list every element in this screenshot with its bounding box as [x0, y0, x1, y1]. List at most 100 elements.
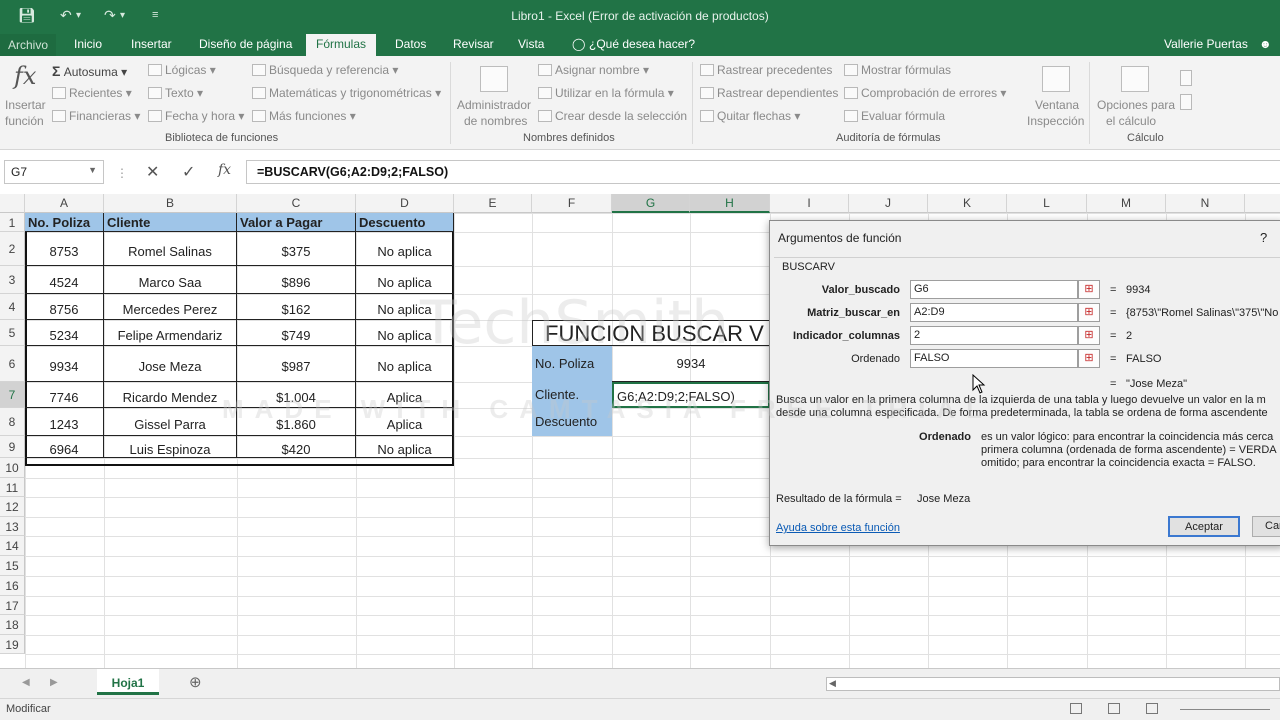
table-cell[interactable]: $375: [237, 232, 356, 266]
name-manager-label[interactable]: Administrador: [457, 98, 531, 112]
trace-precedents-button[interactable]: Rastrear precedentes: [700, 63, 832, 77]
row-header[interactable]: 8: [0, 408, 25, 436]
help-link[interactable]: Ayuda sobre esta función: [776, 522, 900, 534]
column-header[interactable]: I: [770, 194, 849, 213]
tab-formulas[interactable]: Fórmulas: [306, 34, 377, 56]
table-cell[interactable]: Luis Espinoza: [104, 436, 237, 458]
column-header[interactable]: M: [1087, 194, 1166, 213]
use-in-formula-button[interactable]: Utilizar en la fórmula ▾: [538, 86, 674, 100]
row-header[interactable]: 19: [0, 635, 25, 654]
name-box[interactable]: G7 ▼: [4, 160, 104, 184]
table-cell[interactable]: Mercedes Perez: [104, 294, 237, 320]
logical-button[interactable]: Lógicas ▾: [148, 63, 216, 77]
column-header[interactable]: N: [1166, 194, 1245, 213]
table-cell[interactable]: Felipe Armendariz: [104, 320, 237, 346]
calculate-sheet-icon[interactable]: [1180, 94, 1192, 110]
autosum-button[interactable]: Σ Autosuma ▾: [52, 63, 127, 79]
table-header[interactable]: No. Poliza: [25, 213, 104, 232]
collapse-dialog-icon[interactable]: ⊞: [1078, 349, 1100, 368]
row-header[interactable]: 18: [0, 615, 25, 635]
table-cell[interactable]: Romel Salinas: [104, 232, 237, 266]
add-sheet-icon[interactable]: ⊕: [189, 673, 202, 691]
row-header[interactable]: 16: [0, 576, 25, 596]
user-icon[interactable]: ☻: [1259, 37, 1272, 51]
insert-function-label[interactable]: Insertar: [5, 98, 46, 112]
row-header[interactable]: 12: [0, 497, 25, 517]
row-header[interactable]: 6: [0, 346, 25, 382]
table-cell[interactable]: Jose Meza: [104, 346, 237, 382]
recent-button[interactable]: Recientes ▾: [52, 86, 132, 100]
trace-dependents-button[interactable]: Rastrear dependientes: [700, 86, 838, 100]
table-cell[interactable]: 8756: [25, 294, 104, 320]
name-manager-icon[interactable]: [480, 66, 508, 92]
table-cell[interactable]: 7746: [25, 382, 104, 408]
collapse-dialog-icon[interactable]: ⊞: [1078, 280, 1100, 299]
table-cell[interactable]: $162: [237, 294, 356, 320]
calc-options-label-2[interactable]: el cálculo: [1106, 114, 1156, 128]
insert-function-bar-icon[interactable]: fx: [218, 162, 231, 178]
enter-icon[interactable]: ✓: [182, 162, 195, 182]
watch-window-label[interactable]: Ventana: [1035, 98, 1079, 112]
financial-button[interactable]: Financieras ▾: [52, 109, 140, 123]
row-header[interactable]: 2: [0, 232, 25, 266]
ok-button[interactable]: Aceptar: [1168, 516, 1240, 537]
horizontal-scrollbar[interactable]: [826, 677, 1280, 691]
zoom-slider[interactable]: [1180, 709, 1270, 710]
arg-input-valor-buscado[interactable]: G6: [910, 280, 1078, 299]
cancel-icon[interactable]: ✕: [146, 162, 159, 182]
show-formulas-button[interactable]: Mostrar fórmulas: [844, 63, 951, 77]
calc-options-label[interactable]: Opciones para: [1097, 98, 1175, 112]
table-cell[interactable]: Marco Saa: [104, 266, 237, 294]
define-name-button[interactable]: Asignar nombre ▾: [538, 63, 649, 77]
tab-archivo[interactable]: Archivo: [0, 34, 57, 56]
sheet-tab-hoja1[interactable]: Hoja1: [97, 669, 159, 695]
table-cell[interactable]: 9934: [25, 346, 104, 382]
row-header[interactable]: 3: [0, 266, 25, 294]
evaluate-formula-button[interactable]: Evaluar fórmula: [844, 109, 945, 123]
column-header[interactable]: H: [690, 194, 770, 213]
column-header[interactable]: D: [356, 194, 454, 213]
table-cell[interactable]: $896: [237, 266, 356, 294]
column-header[interactable]: G: [612, 194, 690, 213]
table-cell[interactable]: No aplica: [356, 436, 454, 458]
table-cell[interactable]: 8753: [25, 232, 104, 266]
table-header[interactable]: Cliente: [104, 213, 237, 232]
table-cell[interactable]: $987: [237, 346, 356, 382]
namebox-dropdown-icon[interactable]: ▼: [88, 165, 97, 175]
dialog-help-button[interactable]: ?: [1260, 230, 1267, 245]
insert-function-label-2[interactable]: función: [5, 114, 44, 128]
math-button[interactable]: Matemáticas y trigonométricas ▾: [252, 86, 441, 100]
formula-input[interactable]: =BUSCARV(G6;A2:D9;2;FALSO): [246, 160, 1280, 184]
next-sheet-icon[interactable]: ▶: [50, 677, 58, 688]
table-cell[interactable]: Ricardo Mendez: [104, 382, 237, 408]
row-header[interactable]: 5: [0, 320, 25, 346]
table-cell[interactable]: 4524: [25, 266, 104, 294]
row-header[interactable]: 7: [0, 382, 25, 408]
table-cell[interactable]: $749: [237, 320, 356, 346]
datetime-button[interactable]: Fecha y hora ▾: [148, 109, 244, 123]
table-header[interactable]: Valor a Pagar: [237, 213, 356, 232]
arg-input-indicador[interactable]: 2: [910, 326, 1078, 345]
collapse-dialog-icon[interactable]: ⊞: [1078, 303, 1100, 322]
column-header[interactable]: A: [25, 194, 104, 213]
column-header[interactable]: B: [104, 194, 237, 213]
column-header[interactable]: [1245, 194, 1280, 213]
table-cell[interactable]: Gissel Parra: [104, 408, 237, 436]
row-header[interactable]: 13: [0, 517, 25, 536]
text-button[interactable]: Texto ▾: [148, 86, 203, 100]
arg-input-matriz[interactable]: A2:D9: [910, 303, 1078, 322]
table-header[interactable]: Descuento: [356, 213, 454, 232]
tell-me-input[interactable]: ¿Qué desea hacer?: [589, 37, 695, 51]
scroll-left-icon[interactable]: ◀: [829, 678, 836, 689]
tab-insertar[interactable]: Insertar: [131, 37, 172, 51]
calculate-now-icon[interactable]: [1180, 70, 1192, 86]
select-all-corner[interactable]: [0, 194, 25, 213]
column-header[interactable]: F: [532, 194, 612, 213]
table-cell[interactable]: 6964: [25, 436, 104, 458]
more-functions-button[interactable]: Más funciones ▾: [252, 109, 356, 123]
user-name[interactable]: Vallerie Puertas: [1164, 37, 1248, 51]
column-header[interactable]: C: [237, 194, 356, 213]
create-from-selection-button[interactable]: Crear desde la selección: [538, 109, 687, 123]
column-header[interactable]: L: [1007, 194, 1087, 213]
row-header[interactable]: 10: [0, 458, 25, 478]
